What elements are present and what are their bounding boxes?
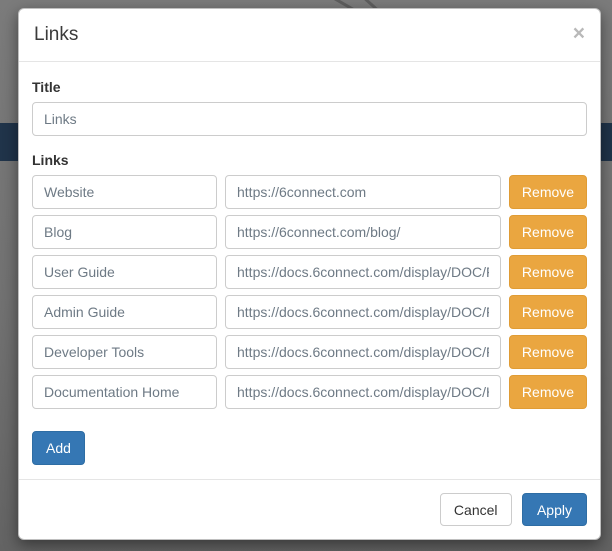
modal-header: × Links [19,9,600,62]
remove-button[interactable]: Remove [509,215,587,249]
link-name-input[interactable] [32,215,217,249]
link-url-input[interactable] [225,375,501,409]
links-rows: Remove Remove Remove Remove Remove Remov… [32,175,587,409]
apply-button[interactable]: Apply [522,493,587,526]
link-name-input[interactable] [32,295,217,329]
link-name-input[interactable] [32,175,217,209]
remove-button[interactable]: Remove [509,335,587,369]
cancel-button[interactable]: Cancel [440,493,512,526]
link-row: Remove [32,295,587,329]
link-row: Remove [32,175,587,209]
link-row: Remove [32,215,587,249]
link-name-input[interactable] [32,335,217,369]
links-section-label: Links [32,152,587,168]
title-input[interactable] [32,102,587,136]
modal-title: Links [34,24,78,46]
link-url-input[interactable] [225,255,501,289]
link-name-input[interactable] [32,375,217,409]
link-row: Remove [32,335,587,369]
remove-button[interactable]: Remove [509,295,587,329]
add-button[interactable]: Add [32,431,85,465]
modal-footer: Cancel Apply [19,479,600,539]
remove-button[interactable]: Remove [509,255,587,289]
links-modal: × Links Title Links Remove Remove Remove… [18,8,601,540]
link-url-input[interactable] [225,335,501,369]
remove-button[interactable]: Remove [509,375,587,409]
remove-button[interactable]: Remove [509,175,587,209]
modal-body: Title Links Remove Remove Remove Remove … [19,62,600,479]
link-row: Remove [32,375,587,409]
link-name-input[interactable] [32,255,217,289]
title-field-label: Title [32,79,587,95]
link-row: Remove [32,255,587,289]
link-url-input[interactable] [225,215,501,249]
link-url-input[interactable] [225,295,501,329]
close-icon[interactable]: × [573,24,585,44]
link-url-input[interactable] [225,175,501,209]
